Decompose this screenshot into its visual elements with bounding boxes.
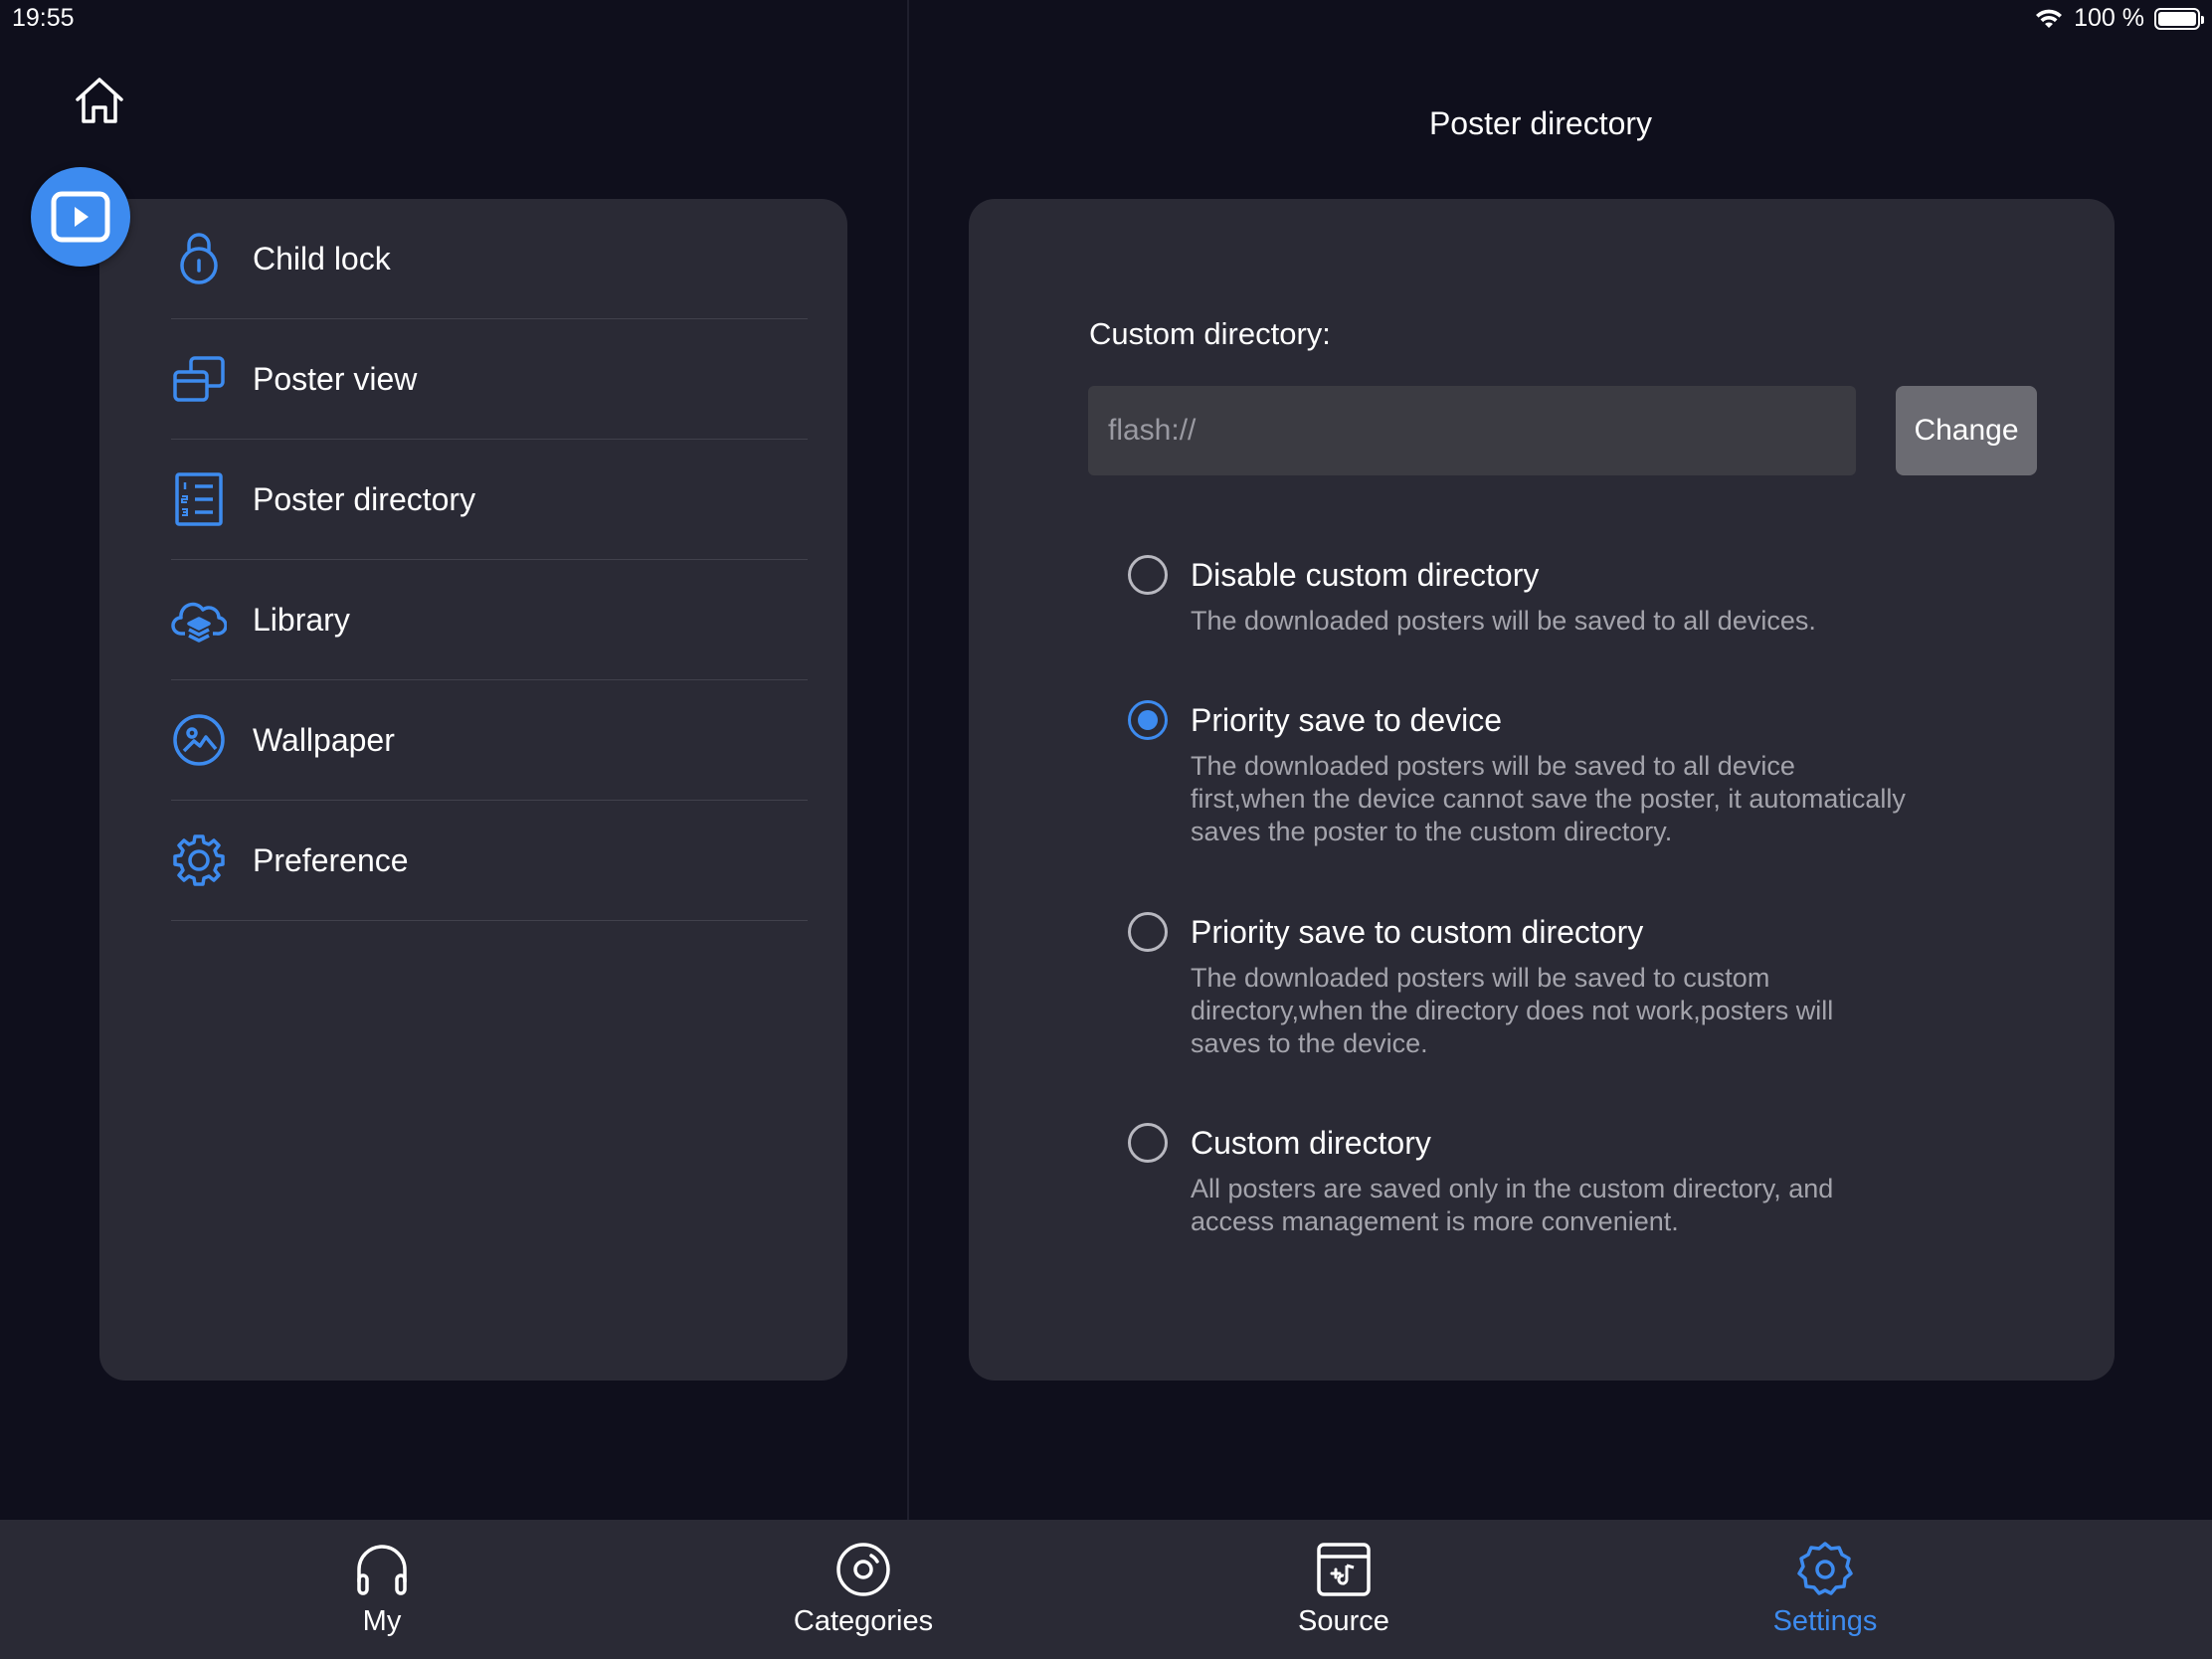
home-button[interactable] (68, 70, 131, 133)
battery-percentage: 100 % (2074, 4, 2144, 32)
menu-item-label: Poster view (253, 360, 418, 397)
image-icon (171, 712, 227, 768)
tab-label: Categories (793, 1605, 934, 1637)
menu-item-label: Child lock (253, 240, 391, 276)
page-title: Poster directory (1428, 105, 1653, 141)
tab-settings[interactable]: Settings (1676, 1520, 1974, 1659)
disc-icon (832, 1539, 894, 1600)
option-title: Priority save to device (1191, 702, 1503, 738)
option-description: The downloaded posters will be saved to … (1191, 606, 1816, 636)
wifi-icon (2036, 9, 2063, 28)
gear-icon (171, 832, 227, 888)
tab-label: My (362, 1605, 402, 1637)
pane-divider (907, 0, 909, 1520)
home-icon (76, 78, 123, 123)
tab-label: Settings (1772, 1605, 1878, 1637)
option-description: The downloaded posters will be saved to … (1191, 751, 1906, 846)
option-description: The downloaded posters will be saved to … (1191, 963, 1834, 1058)
menu-item-label: Preference (253, 841, 409, 878)
gear-icon (1794, 1539, 1856, 1600)
menu-item-library[interactable]: Library (171, 560, 808, 680)
radio-button[interactable] (1128, 912, 1168, 952)
poster-view-icon (171, 351, 227, 407)
settings-menu: Child lock Poster view Poster directory … (99, 199, 847, 1381)
tab-my[interactable]: My (233, 1520, 531, 1659)
tab-source[interactable]: Source (1195, 1520, 1493, 1659)
menu-item-child-lock[interactable]: Child lock (171, 199, 808, 319)
option-title: Custom directory (1191, 1125, 1431, 1161)
now-playing-button[interactable] (31, 167, 130, 267)
cloud-stack-icon (171, 592, 227, 647)
battery-icon (2154, 7, 2204, 30)
custom-directory-label: Custom directory: (1089, 316, 1331, 351)
status-right: 100 % (2034, 4, 2204, 33)
menu-item-poster-directory[interactable]: Poster directory (171, 440, 808, 560)
settings-menu-list: Child lock Poster view Poster directory … (171, 199, 808, 921)
menu-item-preference[interactable]: Preference (171, 801, 808, 921)
radio-button[interactable] (1128, 555, 1168, 595)
option-description: All posters are saved only in the custom… (1191, 1174, 1834, 1236)
option-title: Disable custom directory (1191, 557, 1540, 593)
play-icon (51, 191, 110, 243)
menu-item-label: Wallpaper (253, 721, 395, 758)
menu-item-wallpaper[interactable]: Wallpaper (171, 680, 808, 801)
status-time: 19:55 (12, 4, 75, 32)
menu-item-label: Library (253, 601, 350, 638)
radio-button-selected[interactable] (1128, 700, 1168, 740)
change-button[interactable]: Change (1896, 386, 2037, 475)
poster-directory-panel: Custom directory: Change Disable custom … (969, 199, 2115, 1381)
tab-categories[interactable]: Categories (714, 1520, 1013, 1659)
option-title: Priority save to custom directory (1191, 914, 1644, 950)
radio-button[interactable] (1128, 1123, 1168, 1163)
tab-label: Source (1298, 1605, 1389, 1637)
menu-item-poster-view[interactable]: Poster view (171, 319, 808, 440)
menu-item-label: Poster directory (253, 480, 476, 517)
app-root: 19:55 100 % Child lock Poster view Poste… (0, 0, 2212, 1659)
music-folder-icon (1313, 1539, 1375, 1600)
directory-input[interactable] (1088, 386, 1856, 475)
tab-bar: My Categories Source Settings (0, 1520, 2212, 1659)
headphones-icon (351, 1539, 413, 1600)
lock-icon (171, 231, 227, 286)
numbered-list-icon (171, 471, 227, 527)
